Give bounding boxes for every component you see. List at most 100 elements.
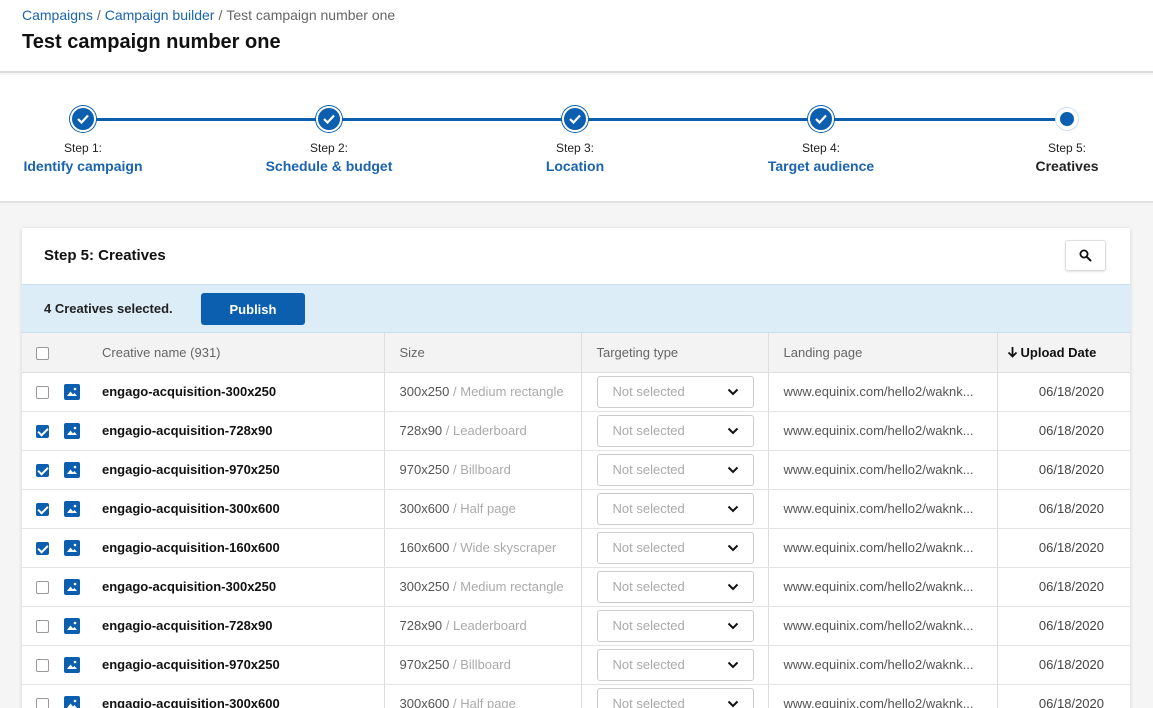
step-label[interactable]: Location	[485, 158, 665, 174]
targeting-type-cell: Not selected	[581, 684, 769, 708]
creative-name[interactable]: engagio-acquisition-160x600	[102, 528, 385, 568]
size-description: / Leaderboard	[445, 423, 527, 438]
landing-page[interactable]: www.equinix.com/hello2/waknk...	[768, 450, 998, 490]
table-row[interactable]: engagio-acquisition-728x90 728x90 / Lead…	[22, 411, 1130, 451]
targeting-type-select[interactable]: Not selected	[596, 492, 754, 525]
header-landing-page[interactable]: Landing page	[768, 333, 998, 373]
step-label[interactable]: Target audience	[731, 158, 911, 174]
creative-size: 970x250 / Billboard	[384, 450, 582, 490]
row-checkbox[interactable]	[36, 386, 49, 400]
targeting-type-select[interactable]: Not selected	[596, 687, 754, 708]
page-header: Campaigns / Campaign builder / Test campaign…	[0, 0, 1153, 73]
row-checkbox[interactable]	[36, 620, 49, 634]
search-button[interactable]	[1065, 240, 1106, 271]
row-select-cell	[22, 450, 64, 490]
creative-name[interactable]: engago-acquisition-300x250	[102, 372, 385, 412]
landing-page[interactable]: www.equinix.com/hello2/waknk...	[768, 489, 998, 529]
targeting-type-select[interactable]: Not selected	[596, 375, 754, 408]
creative-name[interactable]: engago-acquisition-300x250	[102, 567, 385, 607]
breadcrumb-link-campaigns[interactable]: Campaigns	[22, 7, 93, 23]
arrow-down-icon	[1007, 346, 1017, 358]
creative-name[interactable]: engagio-acquisition-728x90	[102, 606, 385, 646]
step-number: Step 4:	[801, 141, 841, 155]
breadcrumb-link-campaign-builder[interactable]: Campaign builder	[105, 7, 215, 23]
creative-name[interactable]: engagio-acquisition-728x90	[102, 411, 385, 451]
chevron-down-icon	[727, 622, 738, 629]
step-identify-campaign[interactable]: Step 1: Identify campaign	[0, 106, 173, 174]
chevron-down-icon	[727, 466, 738, 473]
landing-page[interactable]: www.equinix.com/hello2/waknk...	[768, 567, 998, 607]
targeting-type-select[interactable]: Not selected	[596, 414, 754, 447]
targeting-type-value: Not selected	[612, 696, 685, 708]
table-row[interactable]: engagio-acquisition-728x90 728x90 / Lead…	[22, 606, 1130, 646]
check-icon	[562, 106, 588, 132]
image-icon	[64, 500, 80, 517]
creative-name[interactable]: engagio-acquisition-970x250	[102, 645, 385, 685]
table-row[interactable]: engagio-acquisition-970x250 970x250 / Bi…	[22, 450, 1130, 490]
landing-page[interactable]: www.equinix.com/hello2/waknk...	[768, 645, 998, 685]
creative-name[interactable]: engagio-acquisition-300x600	[102, 489, 385, 529]
size-dimensions: 970x250	[399, 462, 450, 477]
landing-page[interactable]: www.equinix.com/hello2/waknk...	[768, 411, 998, 451]
check-icon	[70, 106, 96, 132]
upload-date: 06/18/2020	[997, 489, 1130, 529]
landing-page[interactable]: www.equinix.com/hello2/waknk...	[768, 528, 998, 568]
size-dimensions: 160x600	[399, 540, 450, 555]
creative-name[interactable]: engagio-acquisition-970x250	[102, 450, 385, 490]
landing-page[interactable]: www.equinix.com/hello2/waknk...	[768, 684, 998, 708]
row-checkbox[interactable]	[36, 425, 49, 439]
size-dimensions: 300x250	[399, 579, 450, 594]
header-upload-date[interactable]: Upload Date	[997, 333, 1130, 373]
header-creative-name[interactable]: Creative name (931)	[102, 333, 385, 373]
step-schedule-budget[interactable]: Step 2: Schedule & budget	[239, 106, 419, 174]
step-location[interactable]: Step 3: Location	[485, 106, 665, 174]
table-row[interactable]: engagio-acquisition-300x600 300x600 / Ha…	[22, 684, 1130, 708]
table-row[interactable]: engago-acquisition-300x250 300x250 / Med…	[22, 567, 1130, 607]
targeting-type-cell: Not selected	[581, 450, 769, 490]
step-number: Step 1:	[63, 141, 103, 155]
size-description: / Leaderboard	[445, 618, 527, 633]
targeting-type-select[interactable]: Not selected	[596, 531, 754, 564]
header-targeting-type[interactable]: Targeting type	[581, 333, 769, 373]
header-size[interactable]: Size	[384, 333, 582, 373]
landing-page[interactable]: www.equinix.com/hello2/waknk...	[768, 606, 998, 646]
table-row[interactable]: engago-acquisition-300x250 300x250 / Med…	[22, 372, 1130, 412]
row-checkbox[interactable]	[36, 542, 49, 556]
upload-date: 06/18/2020	[997, 528, 1130, 568]
chevron-down-icon	[727, 505, 738, 512]
check-icon	[808, 106, 834, 132]
row-checkbox[interactable]	[36, 464, 49, 478]
row-checkbox[interactable]	[36, 659, 49, 673]
step-label: Creatives	[1035, 158, 1099, 174]
row-select-cell	[22, 567, 64, 607]
upload-date: 06/18/2020	[997, 450, 1130, 490]
row-checkbox[interactable]	[36, 503, 49, 517]
creative-size: 970x250 / Billboard	[384, 645, 582, 685]
targeting-type-cell: Not selected	[581, 567, 769, 607]
step-label[interactable]: Identify campaign	[0, 158, 173, 174]
row-select-cell	[22, 606, 64, 646]
row-checkbox[interactable]	[36, 698, 49, 708]
chevron-down-icon	[727, 700, 738, 707]
table-row[interactable]: engagio-acquisition-300x600 300x600 / Ha…	[22, 489, 1130, 529]
header-select-all[interactable]	[22, 333, 64, 373]
select-all-checkbox[interactable]	[36, 346, 49, 360]
targeting-type-select[interactable]: Not selected	[596, 453, 754, 486]
targeting-type-select[interactable]: Not selected	[596, 570, 754, 603]
chevron-down-icon	[727, 388, 738, 395]
upload-date: 06/18/2020	[997, 372, 1130, 412]
table-row[interactable]: engagio-acquisition-160x600 160x600 / Wi…	[22, 528, 1130, 568]
breadcrumb: Campaigns / Campaign builder / Test campaign…	[22, 7, 395, 23]
targeting-type-select[interactable]: Not selected	[596, 648, 754, 681]
step-target-audience[interactable]: Step 4: Target audience	[731, 106, 911, 174]
publish-button[interactable]: Publish	[201, 293, 305, 325]
targeting-type-select[interactable]: Not selected	[596, 609, 754, 642]
step-label[interactable]: Schedule & budget	[239, 158, 419, 174]
upload-date: 06/18/2020	[997, 645, 1130, 685]
creative-name[interactable]: engagio-acquisition-300x600	[102, 684, 385, 708]
step-creatives: Step 5: Creatives	[977, 106, 1153, 174]
table-row[interactable]: engagio-acquisition-970x250 970x250 / Bi…	[22, 645, 1130, 685]
size-dimensions: 300x600	[399, 501, 450, 516]
row-checkbox[interactable]	[36, 581, 49, 595]
landing-page[interactable]: www.equinix.com/hello2/waknk...	[768, 372, 998, 412]
